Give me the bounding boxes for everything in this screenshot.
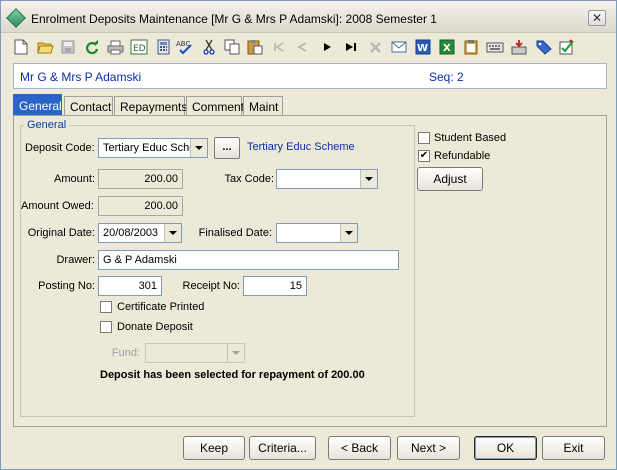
chevron-down-icon[interactable] bbox=[190, 139, 207, 157]
window-title: Enrolment Deposits Maintenance [Mr G & M… bbox=[31, 12, 437, 26]
first-record-icon[interactable] bbox=[269, 36, 289, 58]
spellcheck-icon[interactable]: ABC bbox=[175, 36, 195, 58]
amount-owed-field[interactable]: 200.00 bbox=[98, 196, 183, 216]
receipt-no-field[interactable]: 15 bbox=[243, 276, 307, 296]
fund-select[interactable] bbox=[145, 343, 245, 363]
original-date-value: 20/08/2003 bbox=[103, 227, 159, 239]
window: Enrolment Deposits Maintenance [Mr G & M… bbox=[0, 0, 617, 470]
original-date-label: Original Date: bbox=[27, 227, 95, 239]
new-icon[interactable] bbox=[11, 36, 31, 58]
merge-icon[interactable] bbox=[509, 36, 529, 58]
chevron-down-icon[interactable] bbox=[360, 170, 377, 188]
tab-comment[interactable]: Comment bbox=[186, 96, 244, 116]
deposit-code-select[interactable]: Tertiary Educ Sche bbox=[98, 138, 208, 158]
finalised-date-picker[interactable] bbox=[276, 223, 358, 243]
deposit-code-description: Tertiary Educ Scheme bbox=[247, 141, 355, 153]
paste-icon[interactable] bbox=[245, 36, 265, 58]
tab-maint[interactable]: Maint bbox=[243, 96, 283, 116]
deposit-code-label: Deposit Code: bbox=[25, 142, 95, 154]
toolbar: ED ABC W X bbox=[5, 34, 613, 60]
fund-label: Fund: bbox=[111, 347, 140, 359]
app-icon bbox=[6, 8, 26, 28]
group-title: General bbox=[24, 119, 70, 131]
refundable-checkbox[interactable]: ✔ bbox=[418, 150, 430, 162]
tax-code-select[interactable] bbox=[276, 169, 378, 189]
next-button[interactable]: Next > bbox=[397, 436, 460, 460]
drawer-field[interactable]: G & P Adamski bbox=[98, 250, 399, 270]
ok-button[interactable]: OK bbox=[474, 436, 537, 460]
refresh-icon[interactable] bbox=[81, 36, 101, 58]
calculator-icon[interactable] bbox=[153, 36, 173, 58]
receipt-no-label: Receipt No: bbox=[182, 280, 240, 292]
deposit-code-lookup-button[interactable]: ... bbox=[214, 137, 240, 159]
title-bar: Enrolment Deposits Maintenance [Mr G & M… bbox=[1, 1, 616, 33]
excel-icon[interactable]: X bbox=[437, 36, 457, 58]
amount-label: Amount: bbox=[54, 173, 95, 185]
adjust-button[interactable]: Adjust bbox=[417, 167, 483, 191]
chevron-down-icon[interactable] bbox=[340, 224, 357, 242]
bottom-button-bar: Keep Criteria... < Back Next > OK Exit bbox=[1, 431, 616, 469]
exit-button[interactable]: Exit bbox=[542, 436, 605, 460]
previous-record-icon[interactable] bbox=[292, 36, 312, 58]
deposit-code-value: Tertiary Educ Sche bbox=[103, 142, 196, 154]
certificate-printed-label: Certificate Printed bbox=[117, 301, 205, 313]
svg-text:X: X bbox=[443, 43, 451, 54]
amount-field[interactable]: 200.00 bbox=[98, 169, 183, 189]
clipboard-icon[interactable] bbox=[461, 36, 481, 58]
finalised-date-label: Finalised Date: bbox=[198, 227, 272, 239]
criteria-button[interactable]: Criteria... bbox=[249, 436, 316, 460]
record-seq: Seq: 2 bbox=[429, 70, 464, 84]
svg-text:ED: ED bbox=[133, 44, 146, 54]
save-icon[interactable] bbox=[58, 36, 78, 58]
tab-general[interactable]: General bbox=[13, 94, 62, 116]
general-panel: General Deposit Code: Tertiary Educ Sche… bbox=[13, 115, 607, 427]
certificate-printed-checkbox[interactable] bbox=[100, 301, 112, 313]
tick-list-icon[interactable] bbox=[557, 36, 577, 58]
edit-icon[interactable]: ED bbox=[129, 36, 149, 58]
cut-icon[interactable] bbox=[199, 36, 219, 58]
print-icon[interactable] bbox=[105, 36, 125, 58]
word-icon[interactable]: W bbox=[413, 36, 433, 58]
tab-repayments[interactable]: Repayments bbox=[114, 96, 187, 116]
open-folder-icon[interactable] bbox=[35, 36, 55, 58]
delete-icon[interactable] bbox=[365, 36, 385, 58]
student-based-checkbox[interactable] bbox=[418, 132, 430, 144]
record-name: Mr G & Mrs P Adamski bbox=[20, 70, 142, 84]
tab-contact[interactable]: Contact bbox=[64, 96, 113, 116]
last-record-icon[interactable] bbox=[341, 36, 361, 58]
close-button[interactable]: ✕ bbox=[588, 10, 606, 26]
donate-deposit-checkbox[interactable] bbox=[100, 321, 112, 333]
drawer-label: Drawer: bbox=[56, 254, 95, 266]
svg-text:W: W bbox=[417, 43, 428, 54]
donate-deposit-label: Donate Deposit bbox=[117, 321, 193, 333]
keyboard-icon[interactable] bbox=[485, 36, 505, 58]
copy-icon[interactable] bbox=[222, 36, 242, 58]
chevron-down-icon[interactable] bbox=[164, 224, 181, 242]
repayment-message: Deposit has been selected for repayment … bbox=[100, 369, 365, 381]
record-header: Mr G & Mrs P Adamski Seq: 2 bbox=[13, 63, 607, 89]
next-record-icon[interactable] bbox=[317, 36, 337, 58]
tax-code-label: Tax Code: bbox=[224, 173, 274, 185]
refundable-label: Refundable bbox=[434, 150, 491, 162]
student-based-label: Student Based bbox=[434, 132, 507, 144]
posting-no-label: Posting No: bbox=[38, 280, 95, 292]
chevron-down-icon[interactable] bbox=[227, 344, 244, 362]
email-icon[interactable] bbox=[389, 36, 409, 58]
keep-button[interactable]: Keep bbox=[183, 436, 245, 460]
posting-no-field[interactable]: 301 bbox=[98, 276, 162, 296]
back-button[interactable]: < Back bbox=[328, 436, 391, 460]
amount-owed-label: Amount Owed: bbox=[21, 200, 94, 212]
tag-icon[interactable] bbox=[533, 36, 553, 58]
original-date-picker[interactable]: 20/08/2003 bbox=[98, 223, 182, 243]
